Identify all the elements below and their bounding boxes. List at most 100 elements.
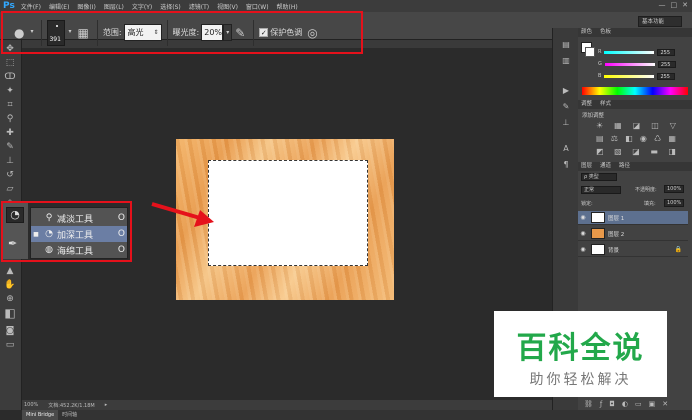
actions-panel-icon[interactable]: ▶ (560, 86, 572, 96)
maximize-button[interactable]: □ (671, 1, 678, 9)
brightness-icon[interactable]: ☀ (596, 121, 603, 131)
threshold-icon[interactable]: ◪ (632, 147, 640, 157)
eyedropper-icon[interactable]: ⚲ (4, 114, 16, 124)
red-value[interactable]: 255 (657, 48, 676, 56)
zoom-level[interactable]: 100% (24, 402, 38, 408)
brush-dropdown[interactable]: ▾ (65, 24, 74, 41)
menu-help[interactable]: 帮助(H) (277, 2, 298, 11)
posterize-icon[interactable]: ▧ (614, 147, 622, 157)
menu-type[interactable]: 文字(Y) (132, 2, 152, 11)
brush-tool-icon[interactable]: ✎ (4, 142, 16, 152)
quick-mask-icon[interactable]: ◙ (4, 326, 16, 336)
history-brush-icon[interactable]: ↺ (4, 170, 16, 180)
tab-mini-bridge[interactable]: Mini Bridge (22, 410, 59, 420)
selective-color-icon[interactable]: ◨ (668, 147, 676, 157)
adjustment-icon[interactable]: ◐ (622, 400, 628, 408)
screen-mode-icon[interactable]: ▭ (4, 340, 16, 350)
eye-icon[interactable]: ◉ (578, 246, 588, 253)
fx-icon[interactable]: ƒ (600, 400, 602, 408)
magic-wand-icon[interactable]: ✦ (4, 86, 16, 96)
exposure-icon[interactable]: ◫ (651, 121, 659, 131)
background-swatch[interactable] (585, 47, 595, 57)
layer-name[interactable]: 背景 (608, 246, 619, 254)
character-panel-icon[interactable]: A (560, 144, 572, 154)
menu-view[interactable]: 视图(V) (217, 2, 238, 11)
range-select[interactable]: 高光 ⇕ (123, 24, 162, 41)
brush-panel-icon[interactable]: ✎ (560, 102, 572, 112)
layer-row[interactable]: ◉ 背景 🔒 (578, 243, 688, 257)
eraser-tool-icon[interactable]: ▱ (4, 184, 16, 194)
minimize-button[interactable]: — (659, 1, 666, 9)
trash-icon[interactable]: ✕ (662, 400, 668, 408)
tab-color[interactable]: 颜色 (581, 28, 592, 37)
exposure-dropdown[interactable]: ▾ (223, 24, 233, 41)
invert-icon[interactable]: ◩ (596, 147, 604, 157)
photo-filter-icon[interactable]: ◉ (640, 134, 647, 144)
lasso-tool-icon[interactable]: ↀ (4, 72, 16, 82)
tab-timeline[interactable]: 时间轴 (58, 410, 81, 420)
eye-icon[interactable]: ◉ (578, 230, 588, 237)
clone-stamp-icon[interactable]: ⊥ (4, 156, 16, 166)
workspace-switcher[interactable]: 基本功能 (638, 16, 682, 27)
blue-value[interactable]: 255 (657, 72, 676, 80)
balance-icon[interactable]: ⚖ (611, 134, 618, 144)
protect-tones-checkbox[interactable]: ✓ (259, 28, 269, 37)
history-panel-icon[interactable]: ▤ (560, 40, 572, 50)
vibrance-icon[interactable]: ▽ (670, 121, 676, 131)
menu-image[interactable]: 图像(I) (77, 2, 95, 11)
menu-edit[interactable]: 编辑(E) (49, 2, 69, 11)
brush-preset-picker[interactable]: 391 (47, 19, 66, 46)
layer-row[interactable]: ◉ 图层 2 (578, 227, 688, 241)
healing-brush-icon[interactable]: ✚ (4, 128, 16, 138)
slider-red[interactable]: R 255 (598, 48, 688, 56)
layer-name[interactable]: 图层 2 (608, 230, 624, 238)
tab-swatches[interactable]: 色板 (600, 28, 611, 37)
color-swatches-icon[interactable]: ◧ (4, 307, 16, 319)
properties-panel-icon[interactable]: ▥ (560, 56, 572, 66)
gradient-map-icon[interactable]: ▬ (650, 147, 658, 157)
hue-icon[interactable]: ▤ (596, 134, 604, 144)
blend-mode-select[interactable]: 正常 (581, 186, 621, 194)
lookup-icon[interactable]: ▦ (668, 134, 676, 144)
menu-layer[interactable]: 图层(L) (104, 2, 124, 11)
slider-green[interactable]: G 255 (598, 60, 688, 68)
bw-icon[interactable]: ◧ (625, 134, 633, 144)
green-value[interactable]: 255 (657, 60, 676, 68)
levels-icon[interactable]: ▦ (614, 121, 622, 131)
menu-select[interactable]: 选择(S) (160, 2, 181, 11)
menu-file[interactable]: 文件(F) (21, 2, 41, 11)
tab-paths[interactable]: 路径 (619, 162, 630, 171)
slider-blue[interactable]: B 255 (598, 72, 688, 80)
path-select-icon[interactable]: ▲ (4, 266, 16, 276)
fill-input[interactable]: 100% (664, 199, 684, 207)
layer-name[interactable]: 图层 1 (608, 214, 624, 222)
tool-preset-dropdown[interactable]: ▾ (27, 24, 36, 41)
marquee-tool-icon[interactable]: ⬚ (4, 58, 16, 68)
close-button[interactable]: ✕ (682, 1, 688, 9)
paragraph-panel-icon[interactable]: ¶ (560, 160, 572, 170)
mixer-icon[interactable]: ♺ (654, 134, 661, 144)
mask-icon[interactable]: ◘ (609, 400, 615, 408)
hand-tool-icon[interactable]: ✋ (4, 280, 16, 290)
exposure-input[interactable]: 20% (201, 24, 224, 41)
airbrush-icon[interactable]: ✎ (235, 26, 245, 40)
chevron-right-icon[interactable]: ▸ (105, 402, 108, 408)
tab-channels[interactable]: 通道 (600, 162, 611, 171)
menu-filter[interactable]: 滤镜(T) (189, 2, 209, 11)
burn-tool-preset-icon[interactable]: ● (14, 26, 24, 40)
new-layer-icon[interactable]: ▣ (649, 400, 656, 408)
brush-panel-icon[interactable]: ▦ (77, 26, 88, 40)
color-spectrum[interactable] (582, 87, 688, 95)
layer-filter-select[interactable]: ρ 类型 (581, 173, 617, 181)
layer-row[interactable]: ◉ 图层 1 (578, 211, 688, 225)
pressure-size-icon[interactable]: ◎ (307, 26, 317, 40)
eye-icon[interactable]: ◉ (578, 214, 588, 221)
crop-tool-icon[interactable]: ⌗ (4, 100, 16, 110)
tab-adjustments[interactable]: 调整 (581, 100, 592, 109)
link-icon[interactable]: ⛓ (584, 400, 593, 408)
zoom-tool-icon[interactable]: ⊕ (4, 294, 16, 304)
curves-icon[interactable]: ◪ (633, 121, 641, 131)
clone-source-icon[interactable]: ⊥ (560, 118, 572, 128)
opacity-input[interactable]: 100% (664, 185, 684, 193)
tab-layers[interactable]: 图层 (581, 162, 592, 171)
